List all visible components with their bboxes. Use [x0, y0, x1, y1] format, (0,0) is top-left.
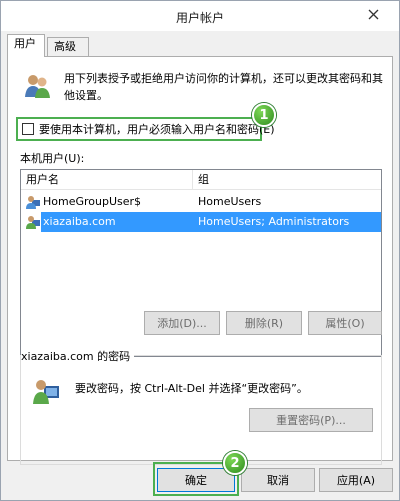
- users-tab-panel: 用下列表授予或拒绝用户访问你的计算机，还可以更改其密码和其他设置。 要使用本计算…: [7, 56, 393, 465]
- title-bar[interactable]: 用户帐户: [1, 1, 399, 31]
- table-row[interactable]: xiazaiba.com HomeUsers; Administrators: [21, 212, 381, 232]
- require-login-label: 要使用本计算机，用户必须输入用户名和密码(E): [39, 123, 275, 136]
- window-title: 用户帐户: [175, 11, 224, 25]
- ok-button[interactable]: 确定: [157, 468, 235, 492]
- close-icon: [368, 9, 378, 19]
- user-name-cell: xiazaiba.com: [43, 215, 116, 228]
- table-row[interactable]: HomeGroupUser$ HomeUsers: [21, 192, 381, 212]
- user-group-cell: HomeUsers; Administrators: [198, 215, 350, 228]
- close-button[interactable]: [355, 1, 391, 27]
- users-label: 本机用户(U):: [20, 152, 85, 165]
- column-header-group[interactable]: 组: [193, 170, 381, 190]
- require-login-checkbox[interactable]: [22, 123, 34, 135]
- user-accounts-dialog: 用户帐户 用户 高级 用下列表授予或拒绝用户访问你的计算机，还可以更改其密码和其…: [0, 0, 400, 501]
- cancel-button[interactable]: 取消: [241, 468, 315, 492]
- remove-user-button[interactable]: 删除(R): [226, 311, 302, 335]
- reset-password-button[interactable]: 重置密码(P)...: [249, 408, 373, 432]
- users-icon: [25, 75, 50, 98]
- password-user-icon: [33, 380, 59, 404]
- column-header-username[interactable]: 用户名: [21, 170, 193, 190]
- require-login-checkbox-row[interactable]: 要使用本计算机，用户必须输入用户名和密码(E): [16, 117, 275, 141]
- password-instructions: 要改密码，按 Ctrl-Alt-Del 并选择“更改密码”。: [75, 382, 308, 395]
- intro-text: 用下列表授予或拒绝用户访问你的计算机，还可以更改其密码和其他设置。: [64, 72, 383, 102]
- tab-advanced[interactable]: 高级: [47, 37, 89, 57]
- properties-button[interactable]: 属性(O): [308, 311, 382, 335]
- step-badge-1: 1: [252, 103, 276, 127]
- password-group: xiazaiba.com 的密码 要改密码，按 Ctrl-Alt-Del 并选择…: [20, 348, 382, 465]
- apply-button[interactable]: 应用(A): [319, 468, 393, 492]
- user-name-cell: HomeGroupUser$: [43, 195, 142, 208]
- password-group-title: xiazaiba.com 的密码: [21, 348, 135, 364]
- user-icon: [26, 216, 40, 229]
- user-group-cell: HomeUsers: [198, 195, 262, 208]
- tab-users[interactable]: 用户: [7, 34, 45, 57]
- add-user-button[interactable]: 添加(D)...: [144, 311, 220, 335]
- list-header: 用户名 组: [21, 170, 381, 190]
- step-badge-2: 2: [223, 451, 247, 475]
- user-icon: [26, 196, 40, 209]
